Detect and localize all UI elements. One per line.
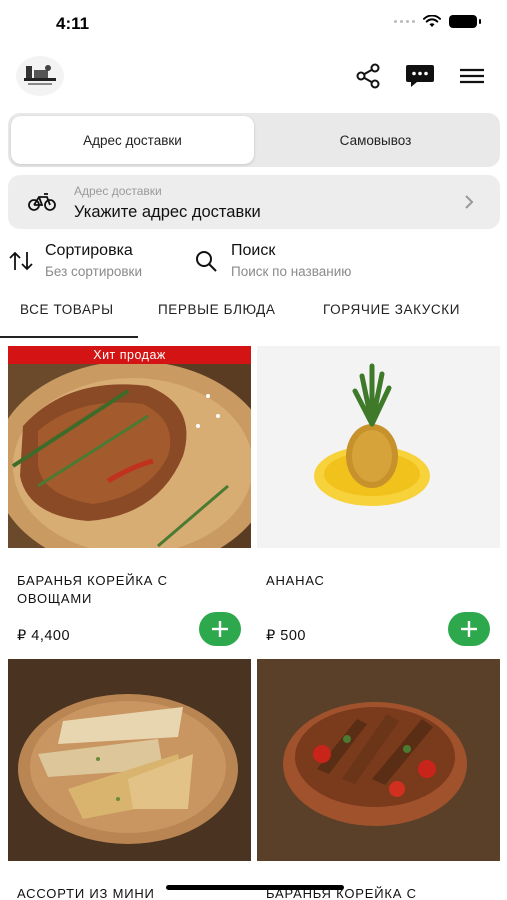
bicycle-icon xyxy=(28,193,56,211)
wifi-icon xyxy=(423,15,441,27)
chat-icon[interactable] xyxy=(405,62,435,90)
address-label: Адрес доставки xyxy=(74,184,162,198)
menu-icon[interactable] xyxy=(457,62,487,90)
category-tabs: ВСЕ ТОВАРЫ ПЕРВЫЕ БЛЮДА ГОРЯЧИЕ ЗАКУСКИ xyxy=(0,296,507,338)
product-name: АНАНАС xyxy=(266,573,325,588)
product-image xyxy=(8,346,251,548)
sort-arrows-icon xyxy=(9,251,33,271)
header-actions xyxy=(353,62,487,90)
search-button[interactable]: Поиск Поиск по названию xyxy=(194,240,404,284)
active-tab-indicator xyxy=(0,336,138,338)
add-to-cart-button[interactable] xyxy=(448,612,490,646)
tools-row: Сортировка Без сортировки Поиск Поиск по… xyxy=(0,240,507,284)
delivery-address-selector[interactable]: Адрес доставки Укажите адрес доставки xyxy=(8,175,500,229)
tab-first-courses[interactable]: ПЕРВЫЕ БЛЮДА xyxy=(158,302,276,317)
status-time: 4:11 xyxy=(56,14,90,33)
signal-icon xyxy=(394,20,415,23)
product-name: БАРАНЬЯ КОРЕЙКА С ОВОЩАМИ xyxy=(17,573,168,606)
address-value: Укажите адрес доставки xyxy=(74,203,261,221)
sort-button[interactable]: Сортировка Без сортировки xyxy=(8,240,183,284)
tab-all-products[interactable]: ВСЕ ТОВАРЫ xyxy=(20,302,114,317)
home-indicator xyxy=(166,885,344,890)
top-bar xyxy=(0,52,507,100)
search-icon xyxy=(196,251,217,272)
bestseller-badge: Хит продаж xyxy=(8,346,251,364)
chevron-right-icon xyxy=(465,195,474,209)
plus-icon xyxy=(212,621,228,637)
product-card[interactable]: АНАНАС ₽ 500 xyxy=(257,346,500,656)
product-price: ₽ 500 xyxy=(266,628,306,644)
product-card[interactable]: Хит продаж БАРАНЬЯ КОРЕЙКА С ОВОЩАМИ ₽ 4… xyxy=(8,346,251,656)
product-price: ₽ 4,400 xyxy=(17,628,71,644)
sort-title: Сортировка xyxy=(45,242,133,259)
search-subtitle: Поиск по названию xyxy=(231,264,352,279)
delivery-option-button[interactable]: Адрес доставки xyxy=(11,116,254,164)
pickup-option-button[interactable]: Самовывоз xyxy=(254,116,497,164)
sort-subtitle: Без сортировки xyxy=(45,264,142,279)
product-image xyxy=(257,659,500,861)
plus-icon xyxy=(461,621,477,637)
restaurant-logo[interactable] xyxy=(16,56,64,96)
product-image xyxy=(257,346,500,548)
status-bar: 4:11 xyxy=(0,0,507,44)
share-icon[interactable] xyxy=(353,62,383,90)
delivery-mode-switch: Адрес доставки Самовывоз xyxy=(8,113,500,167)
logo-icon xyxy=(24,65,56,85)
add-to-cart-button[interactable] xyxy=(199,612,241,646)
product-image xyxy=(8,659,251,861)
product-card[interactable]: БАРАНЬЯ КОРЕЙКА С xyxy=(257,659,500,900)
search-title: Поиск xyxy=(231,242,276,259)
product-card[interactable]: АССОРТИ ИЗ МИНИ xyxy=(8,659,251,900)
battery-icon xyxy=(449,15,481,28)
tab-hot-appetizers[interactable]: ГОРЯЧИЕ ЗАКУСКИ xyxy=(323,302,460,317)
status-icons xyxy=(394,15,481,28)
